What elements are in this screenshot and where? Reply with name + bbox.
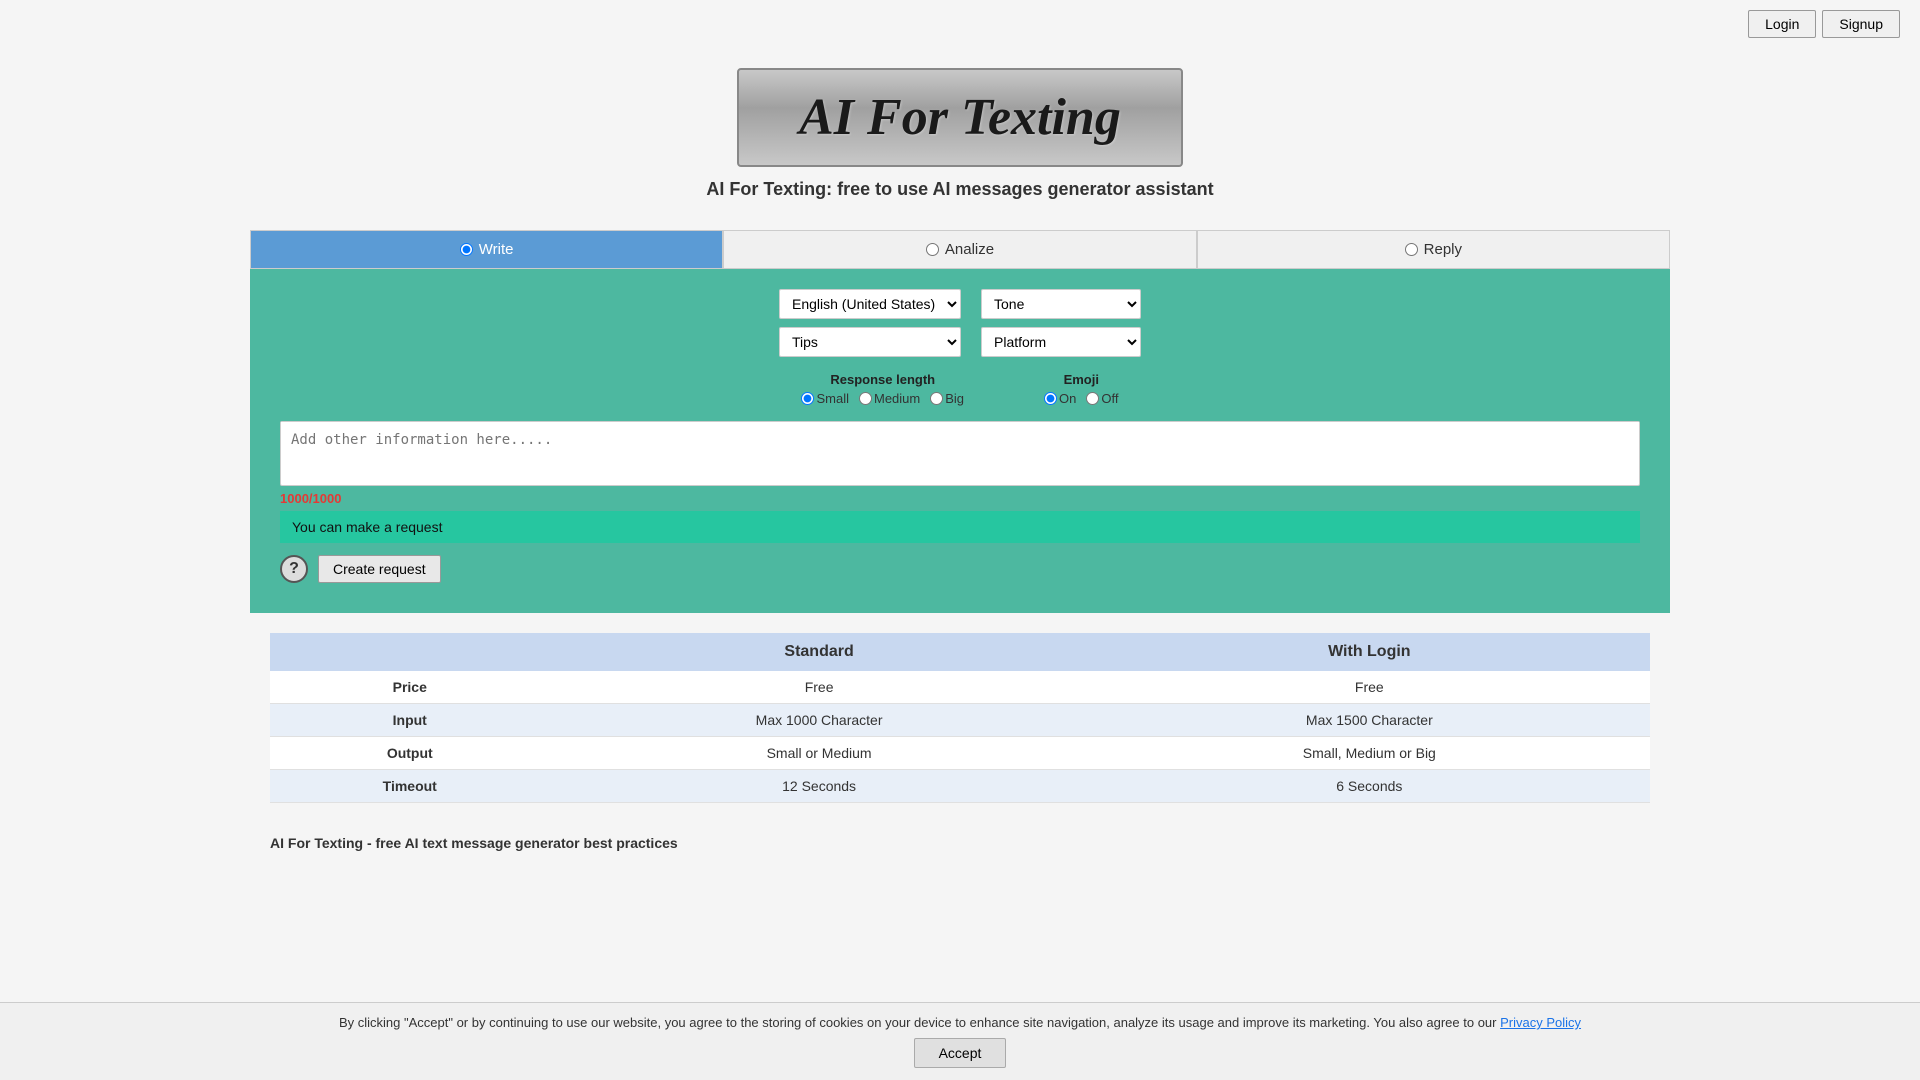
- teal-section: English (United States) English (UK) Spa…: [250, 269, 1670, 613]
- create-request-button[interactable]: Create request: [318, 555, 441, 583]
- cookie-banner: By clicking "Accept" or by continuing to…: [0, 1002, 1920, 1080]
- comparison-table: Standard With Login Price Free Free Inpu…: [270, 633, 1650, 803]
- best-practices-label: AI For Texting - free AI text message ge…: [270, 835, 678, 851]
- emoji-off-option[interactable]: Off: [1086, 391, 1118, 406]
- size-medium-option[interactable]: Medium: [859, 391, 920, 406]
- status-bar: You can make a request: [280, 511, 1640, 543]
- standard-cell: 12 Seconds: [550, 770, 1089, 803]
- size-big-radio[interactable]: [930, 392, 943, 405]
- emoji-on-radio[interactable]: [1044, 392, 1057, 405]
- language-select[interactable]: English (United States) English (UK) Spa…: [779, 289, 961, 319]
- char-counter: 1000/1000: [280, 491, 1640, 506]
- size-small-option[interactable]: Small: [801, 391, 849, 406]
- col-feature-header: [270, 633, 550, 671]
- size-medium-label: Medium: [874, 391, 920, 406]
- best-practices: AI For Texting - free AI text message ge…: [250, 823, 1670, 863]
- login-cell: Max 1500 Character: [1089, 704, 1650, 737]
- login-cell: Small, Medium or Big: [1089, 737, 1650, 770]
- size-big-option[interactable]: Big: [930, 391, 964, 406]
- language-group: English (United States) English (UK) Spa…: [779, 289, 961, 357]
- feature-cell: Output: [270, 737, 550, 770]
- size-small-radio[interactable]: [801, 392, 814, 405]
- help-button[interactable]: ?: [280, 555, 308, 583]
- tone-select[interactable]: Tone Formal Informal Friendly Profession…: [981, 289, 1141, 319]
- response-length-options: Small Medium Big: [801, 391, 964, 406]
- tab-write-radio[interactable]: [460, 243, 473, 256]
- emoji-label: Emoji: [1064, 372, 1099, 387]
- tab-analize-radio[interactable]: [926, 243, 939, 256]
- cookie-message: By clicking "Accept" or by continuing to…: [339, 1015, 1500, 1030]
- main-container: AI For Texting AI For Texting: free to u…: [230, 48, 1690, 863]
- logo-section: AI For Texting AI For Texting: free to u…: [250, 48, 1670, 230]
- tab-write-label: Write: [479, 241, 514, 258]
- tab-reply[interactable]: Reply: [1197, 230, 1670, 269]
- controls-row: English (United States) English (UK) Spa…: [280, 289, 1640, 357]
- tab-write[interactable]: Write: [250, 230, 723, 269]
- response-length-label: Response length: [830, 372, 935, 387]
- col-standard-header: Standard: [550, 633, 1089, 671]
- login-cell: 6 Seconds: [1089, 770, 1650, 803]
- logo-box: AI For Texting: [737, 68, 1183, 167]
- table-row: Timeout 12 Seconds 6 Seconds: [270, 770, 1650, 803]
- emoji-group: Emoji On Off: [1044, 372, 1118, 406]
- app-subtitle: AI For Texting: free to use AI messages …: [706, 179, 1213, 200]
- comparison-section: Standard With Login Price Free Free Inpu…: [250, 613, 1670, 823]
- size-medium-radio[interactable]: [859, 392, 872, 405]
- header: Login Signup: [0, 0, 1920, 48]
- tabs-row: Write Analize Reply: [250, 230, 1670, 269]
- size-small-label: Small: [816, 391, 849, 406]
- emoji-on-option[interactable]: On: [1044, 391, 1076, 406]
- response-length-group: Response length Small Medium Big: [801, 372, 964, 406]
- table-row: Output Small or Medium Small, Medium or …: [270, 737, 1650, 770]
- tab-reply-radio[interactable]: [1405, 243, 1418, 256]
- standard-cell: Small or Medium: [550, 737, 1089, 770]
- privacy-policy-link[interactable]: Privacy Policy: [1500, 1015, 1581, 1030]
- additional-info-textarea[interactable]: [281, 422, 1639, 482]
- textarea-wrapper: [280, 421, 1640, 486]
- app-title: AI For Texting: [799, 88, 1121, 147]
- feature-cell: Price: [270, 671, 550, 704]
- emoji-on-label: On: [1059, 391, 1076, 406]
- emoji-options: On Off: [1044, 391, 1118, 406]
- signup-button[interactable]: Signup: [1822, 10, 1900, 38]
- table-row: Input Max 1000 Character Max 1500 Charac…: [270, 704, 1650, 737]
- type-select[interactable]: Tips Question Statement Greeting Reminde…: [779, 327, 961, 357]
- tab-analize-label: Analize: [945, 241, 994, 258]
- login-button[interactable]: Login: [1748, 10, 1816, 38]
- tab-analize[interactable]: Analize: [723, 230, 1196, 269]
- standard-cell: Max 1000 Character: [550, 704, 1089, 737]
- platform-select[interactable]: Platform SMS WhatsApp Email Twitter Inst…: [981, 327, 1141, 357]
- action-row: ? Create request: [280, 555, 1640, 583]
- login-cell: Free: [1089, 671, 1650, 704]
- cookie-accept-button[interactable]: Accept: [914, 1038, 1007, 1068]
- radio-groups-row: Response length Small Medium Big: [280, 372, 1640, 406]
- standard-cell: Free: [550, 671, 1089, 704]
- feature-cell: Timeout: [270, 770, 550, 803]
- size-big-label: Big: [945, 391, 964, 406]
- emoji-off-radio[interactable]: [1086, 392, 1099, 405]
- tone-platform-group: Tone Formal Informal Friendly Profession…: [981, 289, 1141, 357]
- feature-cell: Input: [270, 704, 550, 737]
- col-login-header: With Login: [1089, 633, 1650, 671]
- tab-reply-label: Reply: [1424, 241, 1462, 258]
- table-row: Price Free Free: [270, 671, 1650, 704]
- emoji-off-label: Off: [1101, 391, 1118, 406]
